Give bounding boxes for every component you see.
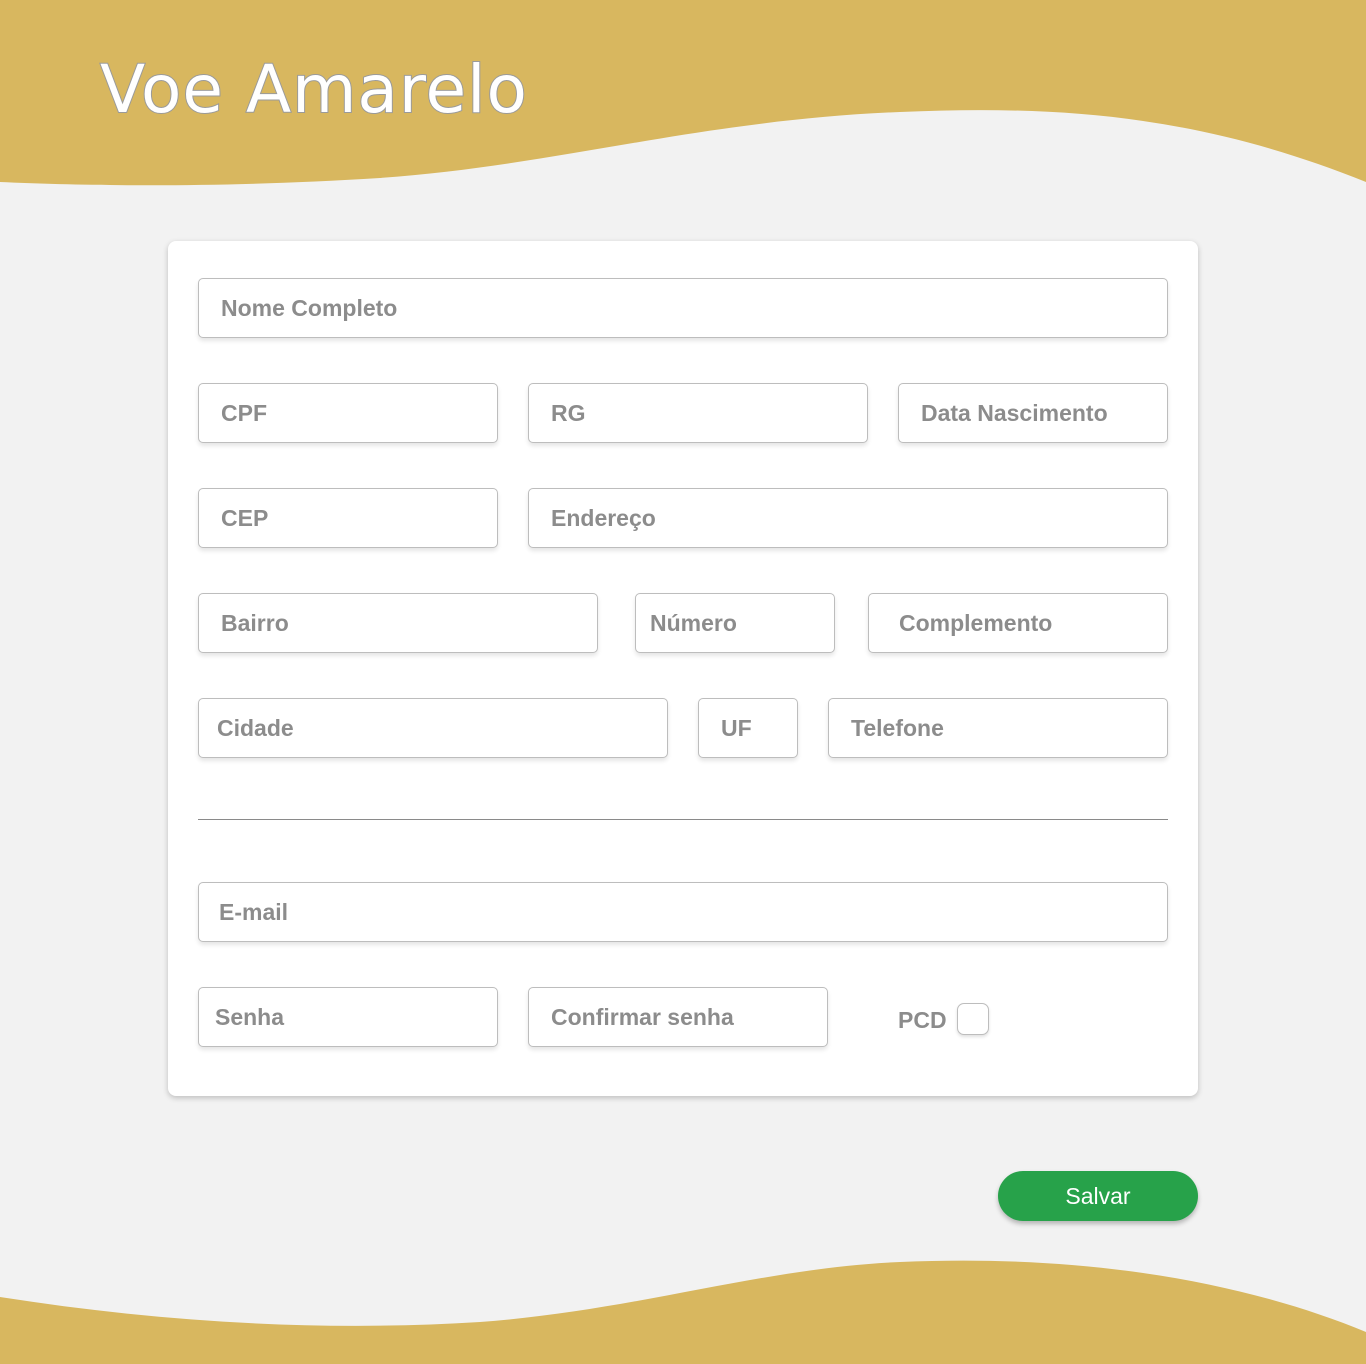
save-button[interactable]: Salvar — [998, 1171, 1198, 1221]
nome-completo-input[interactable] — [198, 278, 1168, 338]
cidade-input[interactable] — [198, 698, 668, 758]
confirmar-senha-input[interactable] — [528, 987, 828, 1047]
section-divider — [198, 819, 1168, 820]
numero-input[interactable] — [635, 593, 835, 653]
cep-input[interactable] — [198, 488, 498, 548]
endereco-input[interactable] — [528, 488, 1168, 548]
email-input[interactable] — [198, 882, 1168, 942]
footer-wave — [0, 1260, 1366, 1364]
complemento-input[interactable] — [868, 593, 1168, 653]
cpf-input[interactable] — [198, 383, 498, 443]
senha-input[interactable] — [198, 987, 498, 1047]
app-logo: Voe Amarelo — [99, 50, 528, 129]
telefone-input[interactable] — [828, 698, 1168, 758]
pcd-label: PCD — [898, 1007, 947, 1033]
data-nascimento-input[interactable] — [898, 383, 1168, 443]
registration-form-card: PCD — [168, 241, 1198, 1096]
uf-input[interactable] — [698, 698, 798, 758]
pcd-checkbox[interactable] — [957, 1003, 989, 1035]
bairro-input[interactable] — [198, 593, 598, 653]
rg-input[interactable] — [528, 383, 868, 443]
